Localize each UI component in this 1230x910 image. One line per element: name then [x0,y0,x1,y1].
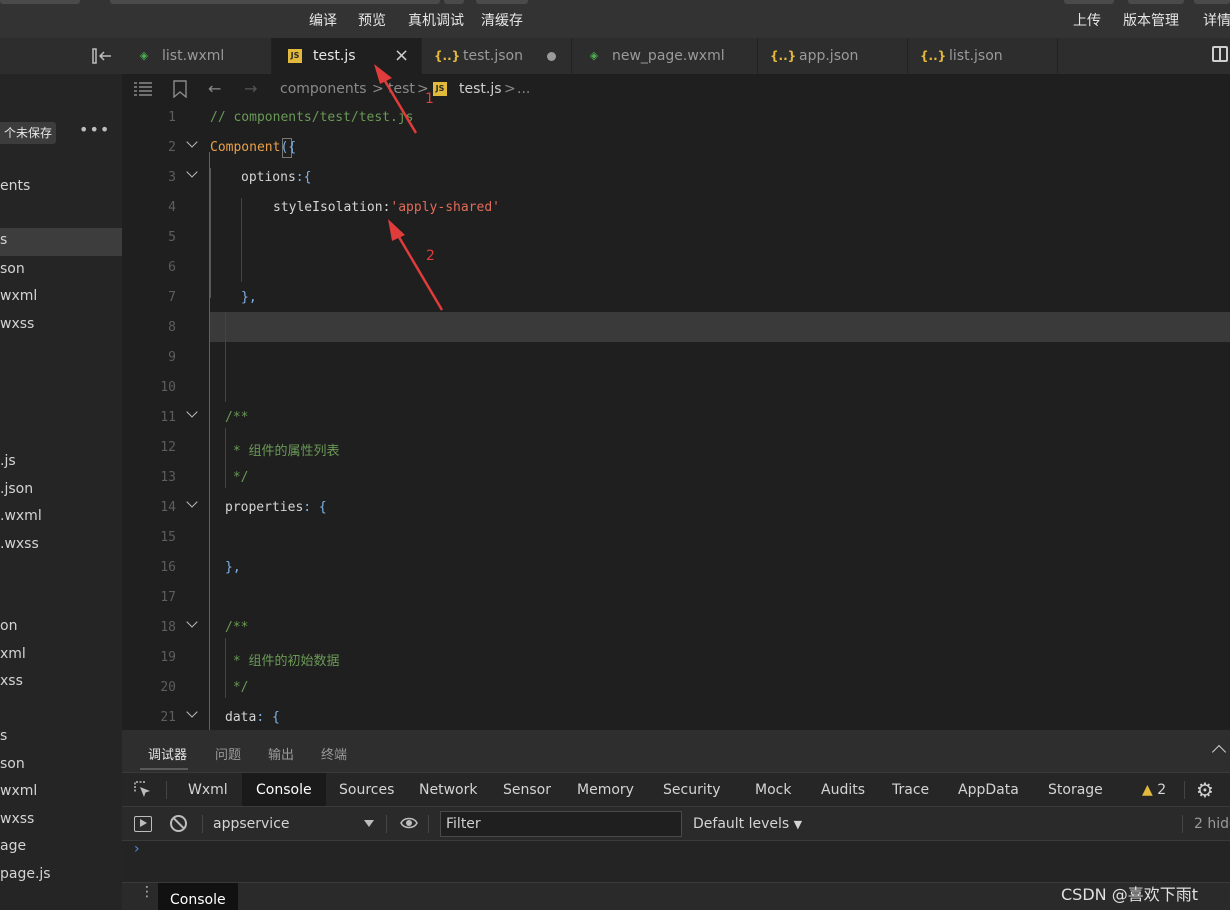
show-sidebar-icon[interactable] [134,816,152,832]
clear-console-icon[interactable] [170,815,187,832]
annotation-label-2: 2 [426,248,435,264]
annotation-label-1: 1 [425,91,434,107]
log-levels-select[interactable]: Default levels ▼ [693,807,802,842]
warning-counter[interactable]: ▲ 2 [1142,773,1166,807]
tab-problems[interactable]: 问题 [215,744,241,763]
tab-storage[interactable]: Storage [1048,773,1103,807]
tab-debugger[interactable]: 调试器 [148,744,187,763]
annotation-arrow-1 [374,64,418,134]
console-toolbar: appservice Default levels ▼ 2 hidd [122,806,1230,840]
watermark: CSDN @喜欢下雨t [1061,885,1198,904]
chevron-down-icon: ▼ [793,818,803,831]
tab-audits[interactable]: Audits [821,773,865,807]
eye-icon[interactable] [400,816,418,830]
gear-icon[interactable]: ⚙ [1196,778,1214,802]
drawer-tab-console[interactable]: Console [158,883,238,910]
console-prompt-icon: › [134,841,140,857]
console-output[interactable]: › [122,840,1230,882]
inspect-element-icon[interactable] [134,781,152,799]
warning-count: 2 [1157,782,1167,798]
tab-trace[interactable]: Trace [892,773,929,807]
tab-mock[interactable]: Mock [755,773,791,807]
panel-tabs: 调试器 问题 输出 终端 [122,730,1230,772]
tab-wxml[interactable]: Wxml [188,773,228,807]
tab-console[interactable]: Console [242,773,326,807]
warning-icon: ▲ [1142,782,1153,798]
hidden-messages-count: 2 hidd [1194,816,1230,832]
divider [166,781,167,799]
context-select[interactable]: appservice [213,807,290,841]
tab-memory[interactable]: Memory [577,773,634,807]
devtools-tabs: Wxml Console Sources Network Sensor Memo… [122,772,1230,807]
divider [1182,815,1183,833]
chevron-down-icon[interactable] [364,820,374,827]
tab-sensor[interactable]: Sensor [503,773,551,807]
drawer-menu-icon[interactable]: ⋮ [140,885,154,899]
log-levels-label: Default levels [693,816,790,832]
divider [1184,781,1185,799]
divider [428,815,429,833]
tab-terminal[interactable]: 终端 [321,744,347,763]
tab-sources[interactable]: Sources [339,773,394,807]
tab-security[interactable]: Security [663,773,721,807]
tab-network[interactable]: Network [419,773,477,807]
divider [386,815,387,833]
annotation-arrow-2 [388,219,444,311]
divider [202,815,203,833]
tab-output[interactable]: 输出 [268,744,294,763]
active-tab-underline [140,768,188,770]
chevron-up-icon[interactable] [1211,744,1227,760]
tab-appdata[interactable]: AppData [958,773,1019,807]
filter-input[interactable] [440,811,682,837]
